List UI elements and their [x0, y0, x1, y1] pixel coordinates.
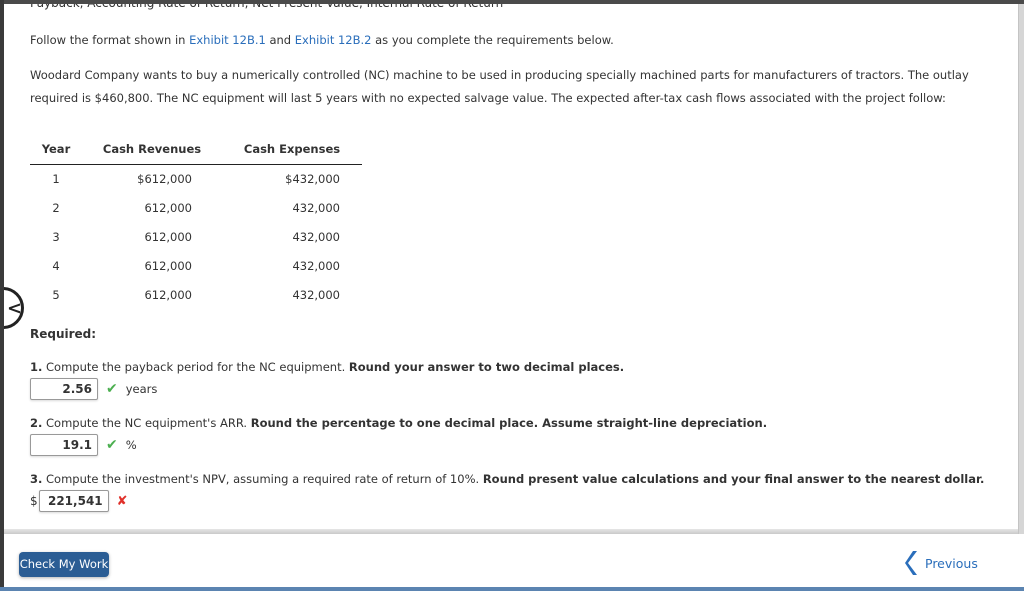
- answer-row-1: 2.56 ✔ years: [30, 378, 157, 400]
- check-my-work-button[interactable]: Check My Work: [19, 552, 109, 577]
- exhibit-12b1-link[interactable]: Exhibit 12B.1: [189, 33, 266, 47]
- question-text: Compute the NC equipment's ARR.: [42, 416, 251, 430]
- cell-year: 4: [52, 258, 60, 273]
- section-title: Payback, Accounting Rate of Return, Net …: [30, 4, 503, 10]
- table-row: 1 $612,000 $432,000: [30, 164, 362, 193]
- question-number: 3.: [30, 472, 43, 486]
- payback-answer-input[interactable]: 2.56: [30, 378, 98, 400]
- header-year: Year: [30, 140, 82, 165]
- answer-unit: %: [125, 438, 137, 452]
- instructions-prefix: Follow the format shown in: [30, 33, 190, 47]
- instructions-middle: and: [265, 33, 295, 47]
- exhibit-12b2-link[interactable]: Exhibit 12B.2: [295, 33, 372, 47]
- cell-revenue: 612,000: [144, 200, 192, 215]
- cell-year: 1: [52, 171, 60, 186]
- cell-revenue: 612,000: [144, 229, 192, 244]
- cell-year: 3: [52, 229, 60, 244]
- arr-answer-input[interactable]: 19.1: [30, 434, 98, 456]
- previous-label: Previous: [925, 555, 978, 571]
- problem-text: Woodard Company wants to buy a numerical…: [30, 68, 969, 105]
- chevron-left-icon: [905, 551, 917, 575]
- table-row: 4 612,000 432,000: [30, 251, 362, 280]
- question-instruction: Round your answer to two decimal places.: [348, 360, 625, 374]
- back-nav-button[interactable]: <: [4, 287, 24, 329]
- cell-expense: 432,000: [292, 258, 340, 273]
- question-text: Compute the investment's NPV, assuming a…: [42, 472, 483, 486]
- cash-flow-table: Year Cash Revenues Cash Expenses 1 $612,…: [30, 140, 362, 309]
- cell-year: 5: [52, 287, 60, 302]
- question-content: Payback, Accounting Rate of Return, Net …: [4, 4, 1018, 529]
- question-number: 1.: [30, 360, 43, 374]
- cell-expense: 432,000: [292, 200, 340, 215]
- incorrect-x-icon: ✘: [116, 493, 128, 509]
- footer-divider: [4, 529, 1018, 534]
- check-icon: ✔: [106, 381, 118, 397]
- chevron-left-icon: <: [7, 298, 23, 319]
- question-2: 2. Compute the NC equipment's ARR. Round…: [30, 416, 767, 430]
- question-1: 1. Compute the payback period for the NC…: [30, 360, 624, 374]
- table-header-row: Year Cash Revenues Cash Expenses: [30, 140, 362, 165]
- table-row: 3 612,000 432,000: [30, 222, 362, 251]
- instructions: Follow the format shown in Exhibit 12B.1…: [30, 33, 614, 47]
- question-instruction: Round the percentage to one decimal plac…: [250, 416, 768, 430]
- question-number: 2.: [30, 416, 43, 430]
- cell-revenue: $612,000: [137, 171, 192, 186]
- header-cash-revenues: Cash Revenues: [82, 140, 222, 165]
- cell-revenue: 612,000: [144, 258, 192, 273]
- question-text: Compute the payback period for the NC eq…: [42, 360, 349, 374]
- cell-expense: 432,000: [292, 287, 340, 302]
- cell-revenue: 612,000: [144, 287, 192, 302]
- npv-answer-input[interactable]: 221,541: [38, 490, 109, 512]
- question-3: 3. Compute the investment's NPV, assumin…: [30, 472, 984, 486]
- check-icon: ✔: [106, 437, 118, 453]
- currency-prefix: $: [30, 494, 38, 508]
- answer-unit: years: [125, 382, 158, 396]
- question-instruction: Round present value calculations and you…: [482, 472, 985, 486]
- instructions-suffix: as you complete the requirements below.: [371, 33, 614, 47]
- required-label: Required:: [30, 327, 97, 341]
- answer-row-3: $ 221,541 ✘: [30, 490, 128, 512]
- cell-expense: $432,000: [285, 171, 340, 186]
- cell-year: 2: [52, 200, 60, 215]
- scrollbar[interactable]: [1018, 4, 1024, 534]
- cell-expense: 432,000: [292, 229, 340, 244]
- header-cash-expenses: Cash Expenses: [222, 140, 362, 165]
- window-bottom-bar: [0, 587, 1024, 591]
- previous-button[interactable]: Previous: [905, 550, 978, 576]
- table-row: 5 612,000 432,000: [30, 280, 362, 309]
- answer-row-2: 19.1 ✔ %: [30, 434, 137, 456]
- table-row: 2 612,000 432,000: [30, 193, 362, 222]
